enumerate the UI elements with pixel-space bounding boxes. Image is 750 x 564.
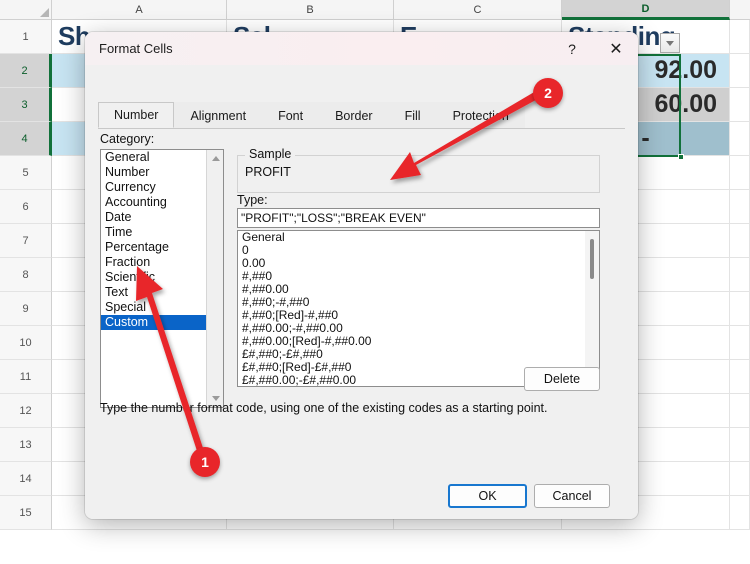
cell-e9[interactable]: [730, 292, 750, 326]
cell-e12[interactable]: [730, 394, 750, 428]
cell-e6[interactable]: [730, 190, 750, 224]
tab-protection[interactable]: Protection: [436, 102, 525, 128]
cell-e10[interactable]: [730, 326, 750, 360]
category-listbox[interactable]: General Number Currency Accounting Date …: [100, 149, 224, 408]
row-header-1[interactable]: 1: [0, 20, 52, 54]
delete-button[interactable]: Delete: [524, 367, 600, 391]
cell-e15[interactable]: [730, 496, 750, 530]
format-code-scrollbar[interactable]: [585, 231, 599, 386]
cell-e2[interactable]: [730, 54, 750, 88]
cell-e13[interactable]: [730, 428, 750, 462]
row-header-4[interactable]: 4: [0, 122, 52, 156]
row-header-7[interactable]: 7: [0, 224, 52, 258]
format-code-2[interactable]: 0.00: [238, 257, 585, 270]
row-header-14[interactable]: 14: [0, 462, 52, 496]
tab-font[interactable]: Font: [262, 102, 320, 128]
row-header-column: 1 2 3 4 5 6 7 8 9 10 11 12 13 14 15: [0, 20, 52, 564]
category-item-general[interactable]: General: [101, 150, 206, 165]
annotation-badge-2: 2: [533, 78, 563, 108]
cell-e1[interactable]: [730, 20, 750, 54]
sample-value: PROFIT: [245, 165, 291, 179]
row-header-2[interactable]: 2: [0, 54, 52, 88]
row-header-8[interactable]: 8: [0, 258, 52, 292]
category-item-number[interactable]: Number: [101, 165, 206, 180]
category-item-time[interactable]: Time: [101, 225, 206, 240]
category-label: Category:: [100, 132, 155, 146]
dialog-titlebar[interactable]: Format Cells ? ✕: [85, 32, 638, 65]
close-icon[interactable]: ✕: [594, 32, 638, 65]
row-header-6[interactable]: 6: [0, 190, 52, 224]
screen-root: A B C D 1 2 3 4 5 6 7 8 9 10 11 12 13 14…: [0, 0, 750, 564]
tab-border[interactable]: Border: [319, 102, 389, 128]
category-item-scientific[interactable]: Scientific: [101, 270, 206, 285]
cell-e3[interactable]: [730, 88, 750, 122]
format-code-items: General 0 0.00 #,##0 #,##0.00 #,##0;-#,#…: [238, 231, 585, 386]
category-item-currency[interactable]: Currency: [101, 180, 206, 195]
category-item-fraction[interactable]: Fraction: [101, 255, 206, 270]
category-items: General Number Currency Accounting Date …: [101, 150, 206, 330]
row-header-12[interactable]: 12: [0, 394, 52, 428]
help-icon[interactable]: ?: [550, 32, 594, 65]
column-header-c[interactable]: C: [394, 0, 562, 20]
column-header-a[interactable]: A: [52, 0, 227, 20]
annotation-badge-1: 1: [190, 447, 220, 477]
row-header-15[interactable]: 15: [0, 496, 52, 530]
select-all-corner[interactable]: [0, 0, 52, 20]
category-item-accounting[interactable]: Accounting: [101, 195, 206, 210]
type-label: Type:: [237, 193, 268, 207]
ok-button[interactable]: OK: [448, 484, 527, 508]
row-header-9[interactable]: 9: [0, 292, 52, 326]
cell-e11[interactable]: [730, 360, 750, 394]
tab-number[interactable]: Number: [98, 102, 175, 128]
column-header-row: A B C D: [52, 0, 750, 20]
column-header-e[interactable]: [730, 0, 750, 20]
tab-fill[interactable]: Fill: [388, 102, 437, 128]
cell-e5[interactable]: [730, 156, 750, 190]
selection-fill-handle[interactable]: [678, 154, 684, 160]
cancel-button[interactable]: Cancel: [534, 484, 610, 508]
format-code-1[interactable]: 0: [238, 244, 585, 257]
select-all-triangle-icon: [40, 8, 49, 17]
category-scrollbar[interactable]: [206, 150, 223, 407]
category-item-date[interactable]: Date: [101, 210, 206, 225]
row-header-3[interactable]: 3: [0, 88, 52, 122]
cell-e4[interactable]: [730, 122, 750, 156]
titlebar-buttons: ? ✕: [550, 32, 638, 65]
cell-e7[interactable]: [730, 224, 750, 258]
hint-text: Type the number format code, using one o…: [100, 401, 548, 415]
category-item-custom[interactable]: Custom: [101, 315, 206, 330]
format-code-scroll-thumb[interactable]: [590, 239, 594, 279]
chevron-up-icon[interactable]: [207, 150, 223, 167]
type-input[interactable]: [237, 208, 600, 228]
format-code-list[interactable]: General 0 0.00 #,##0 #,##0.00 #,##0;-#,#…: [237, 230, 600, 387]
row-header-13[interactable]: 13: [0, 428, 52, 462]
tab-alignment[interactable]: Alignment: [174, 102, 263, 128]
sample-caption: Sample: [245, 147, 296, 161]
format-code-3[interactable]: #,##0: [238, 270, 585, 283]
column-header-b[interactable]: B: [227, 0, 394, 20]
row-header-10[interactable]: 10: [0, 326, 52, 360]
category-item-percentage[interactable]: Percentage: [101, 240, 206, 255]
dialog-title: Format Cells: [99, 41, 173, 56]
category-item-text[interactable]: Text: [101, 285, 206, 300]
cell-e8[interactable]: [730, 258, 750, 292]
column-header-d[interactable]: D: [562, 0, 730, 20]
category-item-special[interactable]: Special: [101, 300, 206, 315]
row-header-5[interactable]: 5: [0, 156, 52, 190]
cell-e14[interactable]: [730, 462, 750, 496]
format-code-0[interactable]: General: [238, 231, 585, 244]
filter-dropdown-icon[interactable]: [660, 33, 680, 53]
row-header-11[interactable]: 11: [0, 360, 52, 394]
